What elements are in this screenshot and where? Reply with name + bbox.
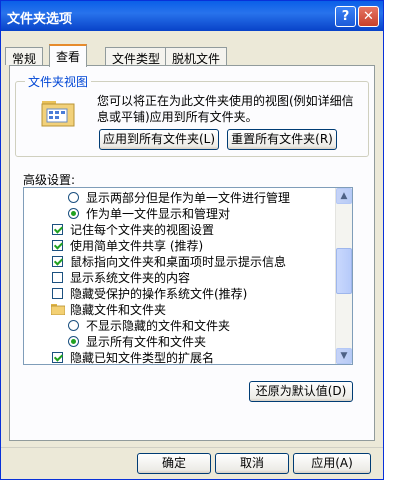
advanced-settings-label: 高级设置: xyxy=(23,173,76,187)
window-title: 文件夹选项 xyxy=(7,12,73,27)
checkbox[interactable] xyxy=(52,352,63,363)
list-item-label: 使用简单文件共享 (推荐) xyxy=(70,239,204,253)
title-bar[interactable]: 文件夹选项 ? ✕ xyxy=(1,1,383,31)
cancel-button[interactable]: 取消 xyxy=(215,453,289,474)
list-item[interactable]: 鼠标指向文件夹和桌面项时显示提示信息 xyxy=(24,254,336,270)
checkbox[interactable] xyxy=(52,272,63,283)
list-item[interactable]: 显示系统文件夹的内容 xyxy=(24,270,336,286)
list-item-label: 记住每个文件夹的视图设置 xyxy=(70,223,215,237)
list-item[interactable]: 作为单一文件显示和管理对 xyxy=(24,206,336,222)
list-item[interactable]: 显示两部分但是作为单一文件进行管理 xyxy=(24,190,336,206)
tab-file-types[interactable]: 文件类型 xyxy=(105,47,168,66)
tab-view[interactable]: 查看 xyxy=(49,44,88,67)
checkbox[interactable] xyxy=(52,240,63,251)
list-item[interactable]: 显示所有文件和文件夹 xyxy=(24,334,336,350)
list-item-label: 隐藏受保护的操作系统文件(推荐) xyxy=(70,287,248,301)
list-item-label: 鼠标指向文件夹和桌面项时显示提示信息 xyxy=(70,255,287,269)
apply-button[interactable]: 应用(A) xyxy=(293,453,371,474)
folder-view-description: 您可以将正在为此文件夹使用的视图(例如详细信息或平铺)应用到所有文件夹。 xyxy=(97,94,354,124)
tab-offline-files[interactable]: 脱机文件 xyxy=(165,47,228,66)
list-item[interactable]: 不显示隐藏的文件和文件夹 xyxy=(24,318,336,334)
tab-general[interactable]: 常规 xyxy=(5,47,44,66)
list-item-label: 显示系统文件夹的内容 xyxy=(70,271,191,285)
advanced-settings-list[interactable]: 显示两部分但是作为单一文件进行管理 作为单一文件显示和管理对 记住每个文件夹的视… xyxy=(23,187,353,365)
list-item[interactable]: 隐藏受保护的操作系统文件(推荐) xyxy=(24,286,336,302)
folder-icon xyxy=(51,304,65,315)
radio-button[interactable] xyxy=(68,320,79,331)
list-item-label: 显示所有文件和文件夹 xyxy=(86,335,207,349)
list-item[interactable]: 记住每个文件夹的视图设置 xyxy=(24,222,336,238)
vertical-scrollbar[interactable]: ▲ ▼ xyxy=(335,188,352,364)
checkbox[interactable] xyxy=(52,256,63,267)
folder-view-icon xyxy=(41,101,75,127)
apply-to-all-folders-button[interactable]: 应用到所有文件夹(L) xyxy=(99,129,219,150)
folder-options-dialog: 文件夹选项 ? ✕ 常规 查看 文件类型 脱机文件 文件夹视图 您可以将正在为此… xyxy=(0,0,384,480)
restore-defaults-button[interactable]: 还原为默认值(D) xyxy=(249,381,353,402)
list-item-label: 不显示隐藏的文件和文件夹 xyxy=(86,319,231,333)
list-item[interactable]: 隐藏文件和文件夹 xyxy=(24,302,336,318)
list-item-label: 隐藏已知文件类型的扩展名 xyxy=(70,351,215,365)
list-item-label: 隐藏文件和文件夹 xyxy=(70,303,167,317)
scroll-up-arrow-icon[interactable]: ▲ xyxy=(336,188,352,204)
ok-button[interactable]: 确定 xyxy=(137,453,211,474)
scroll-down-arrow-icon[interactable]: ▼ xyxy=(336,348,352,364)
list-item[interactable]: 隐藏已知文件类型的扩展名 xyxy=(24,350,336,365)
checkbox[interactable] xyxy=(52,288,63,299)
footer-divider xyxy=(1,447,383,448)
list-item-label: 作为单一文件显示和管理对 xyxy=(86,207,231,221)
list-item[interactable]: 使用简单文件共享 (推荐) xyxy=(24,238,336,254)
close-button[interactable]: ✕ xyxy=(358,6,379,27)
folder-view-group-label: 文件夹视图 xyxy=(25,73,92,90)
radio-button[interactable] xyxy=(68,336,79,347)
checkbox[interactable] xyxy=(52,224,63,235)
help-button[interactable]: ? xyxy=(335,6,356,27)
radio-button[interactable] xyxy=(68,208,79,219)
list-item-label: 显示两部分但是作为单一文件进行管理 xyxy=(86,191,291,205)
radio-button[interactable] xyxy=(68,192,79,203)
scrollbar-thumb[interactable] xyxy=(336,248,352,294)
reset-all-folders-button[interactable]: 重置所有文件夹(R) xyxy=(227,129,337,150)
